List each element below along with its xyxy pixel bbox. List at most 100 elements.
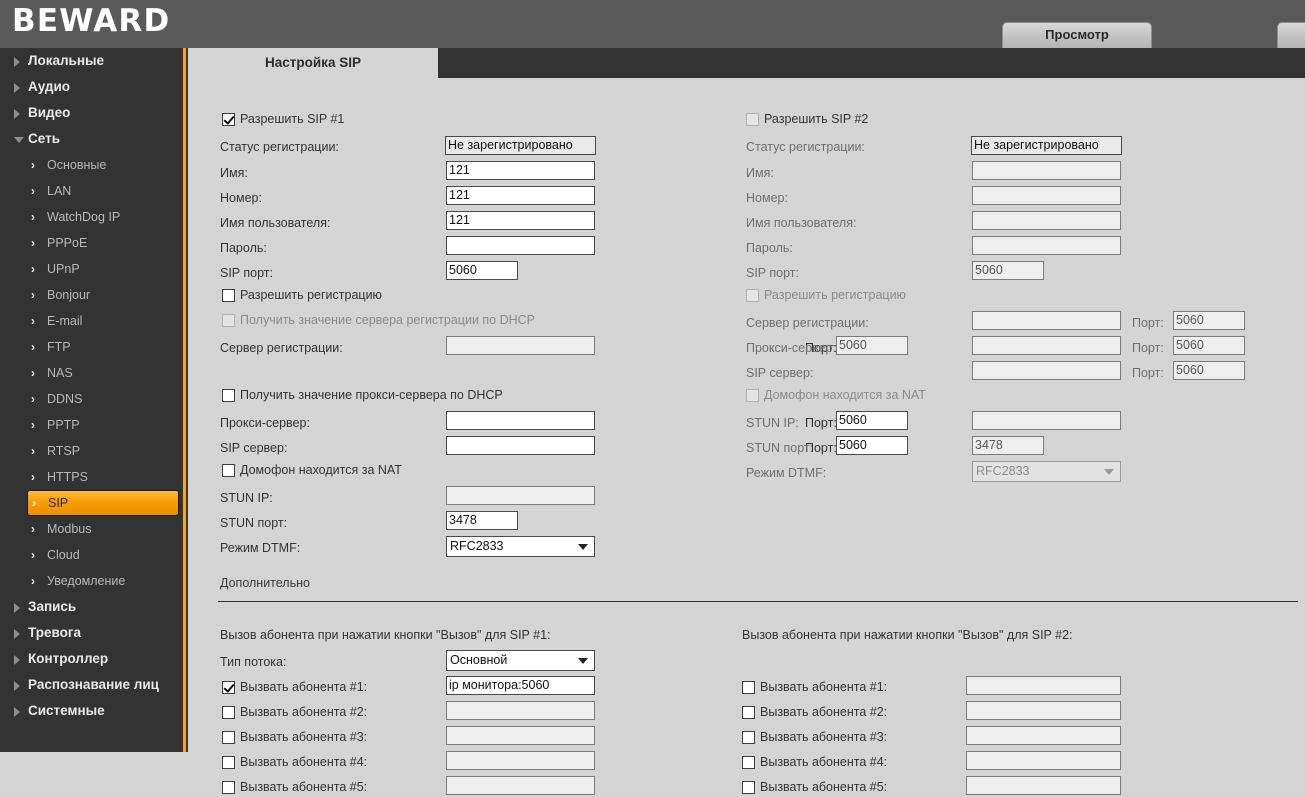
sip2-proxy-input[interactable] [972, 336, 1121, 355]
sip2-password-input[interactable] [972, 236, 1121, 255]
sip2-call-2-checkbox[interactable]: Вызвать абонента #2: [742, 704, 887, 720]
sidebar-item-https[interactable]: › HTTPS [27, 464, 179, 490]
sip1-allow-registration-checkbox[interactable]: Разрешить регистрацию [222, 287, 382, 303]
sip2-call-4-checkbox[interactable]: Вызвать абонента #4: [742, 754, 887, 770]
sip1-dtmf-select[interactable]: RFC2833 [446, 536, 595, 557]
sidebar-group-6[interactable]: Контроллер [0, 646, 183, 672]
sidebar-group-4[interactable]: Запись [0, 594, 183, 620]
sip2-call-4-input[interactable] [966, 751, 1121, 770]
sip1-enable-checkbox[interactable]: Разрешить SIP #1 [222, 111, 344, 127]
sidebar-item-nas[interactable]: › NAS [27, 360, 179, 386]
sip2-call-5-checkbox[interactable]: Вызвать абонента #5: [742, 779, 887, 795]
sip1-username-input[interactable]: 121 [446, 211, 595, 230]
checkbox-box [222, 464, 235, 477]
sip1-password-label: Пароль: [220, 241, 267, 255]
sip2-call-5-input[interactable] [966, 776, 1121, 795]
sidebar-group-7[interactable]: Распознавание лиц [0, 672, 183, 698]
chevron-right-icon: › [31, 236, 35, 250]
sidebar-group-label: Распознавание лиц [28, 677, 159, 692]
sidebar-item-label: PPPoE [47, 236, 88, 250]
sip1-call-2-checkbox[interactable]: Вызвать абонента #2: [222, 704, 367, 720]
sidebar-item-lan[interactable]: › LAN [27, 178, 179, 204]
sidebar-item-ftp[interactable]: › FTP [27, 334, 179, 360]
sip1-number-input[interactable]: 121 [446, 186, 595, 205]
sidebar-item-watchdog-ip[interactable]: › WatchDog IP [27, 204, 179, 230]
top-tab-secondary[interactable]: Б [1277, 22, 1305, 48]
sip2-call-1-checkbox[interactable]: Вызвать абонента #1: [742, 679, 887, 695]
sip2-call-3-checkbox[interactable]: Вызвать абонента #3: [742, 729, 887, 745]
sip1-sipserver-port-input[interactable]: 5060 [836, 436, 908, 455]
sip2-enable-checkbox[interactable]: Разрешить SIP #2 [746, 111, 868, 127]
sidebar-item-pppoe[interactable]: › PPPoE [27, 230, 179, 256]
sip1-proxy-input[interactable] [446, 411, 595, 430]
sip1-call-5-checkbox[interactable]: Вызвать абонента #5: [222, 779, 367, 795]
chevron-right-icon: › [31, 314, 35, 328]
sip2-stun-ip-input[interactable] [972, 411, 1121, 430]
sidebar-item-label: FTP [47, 340, 71, 354]
sidebar-group-1[interactable]: Аудио [0, 74, 183, 100]
sidebar-item-bonjour[interactable]: › Bonjour [27, 282, 179, 308]
sidebar-item-cloud[interactable]: › Cloud [27, 542, 179, 568]
sidebar-group-0[interactable]: Локальные [0, 48, 183, 74]
sip1-sipserver-input[interactable] [446, 436, 595, 455]
sip1-reg-port-input[interactable]: 5060 [836, 336, 908, 355]
tab-sip-settings[interactable]: Настройка SIP [188, 48, 438, 78]
sip1-proxy-dhcp-checkbox[interactable]: Получить значение прокси-сервера по DHCP [222, 387, 503, 403]
sip1-call-3-checkbox[interactable]: Вызвать абонента #3: [222, 729, 367, 745]
sip1-call-2-input[interactable] [446, 701, 595, 720]
sidebar-item-rtsp[interactable]: › RTSP [27, 438, 179, 464]
sip1-proxy-port-input[interactable]: 5060 [836, 411, 908, 430]
sip1-call-4-input[interactable] [446, 751, 595, 770]
sip1-call-3-input[interactable] [446, 726, 595, 745]
sip1-call-1-input[interactable]: ip монитора:5060 [446, 676, 595, 695]
checkbox-box [742, 781, 755, 794]
sip2-dtmf-select[interactable]: RFC2833 [972, 461, 1121, 482]
sidebar-item-upnp[interactable]: › UPnP [27, 256, 179, 282]
sip2-stun-ip-label: STUN IP: [746, 416, 799, 430]
sip2-sipserver-port-input[interactable]: 5060 [1173, 361, 1245, 380]
sip1-port-input[interactable]: 5060 [446, 261, 518, 280]
sip1-call-1-checkbox[interactable]: Вызвать абонента #1: [222, 679, 367, 695]
caret-right-icon [14, 603, 20, 613]
sip2-port-label: SIP порт: [746, 266, 799, 280]
sip2-reg-port-input[interactable]: 5060 [1173, 311, 1245, 330]
sip1-stun-port-input[interactable]: 3478 [446, 511, 518, 530]
sip1-reg-server-input[interactable] [446, 336, 595, 355]
sip1-stun-ip-input[interactable] [446, 486, 595, 505]
sip2-proxy-port-input[interactable]: 5060 [1173, 336, 1245, 355]
chevron-right-icon: › [31, 340, 35, 354]
sip2-name-input[interactable] [972, 161, 1121, 180]
sidebar-group-5[interactable]: Тревога [0, 620, 183, 646]
sidebar-item-sip[interactable]: › SIP [27, 490, 179, 516]
sidebar-item-ddns[interactable]: › DDNS [27, 386, 179, 412]
sidebar-item-e-mail[interactable]: › E-mail [27, 308, 179, 334]
sip1-nat-checkbox[interactable]: Домофон находится за NAT [222, 462, 402, 478]
sip2-number-input[interactable] [972, 186, 1121, 205]
sip2-call-4-label: Вызвать абонента #4: [760, 755, 888, 769]
sip2-sipserver-input[interactable] [972, 361, 1121, 380]
sip2-reg-server-input[interactable] [972, 311, 1121, 330]
sip2-username-input[interactable] [972, 211, 1121, 230]
sip2-stun-port-input[interactable]: 3478 [972, 436, 1044, 455]
sidebar-group-2[interactable]: Видео [0, 100, 183, 126]
sip2-port-input[interactable]: 5060 [972, 261, 1044, 280]
stream-type-select[interactable]: Основной [446, 650, 595, 671]
sidebar-item-pptp[interactable]: › PPTP [27, 412, 179, 438]
sip1-name-input[interactable]: 121 [446, 161, 595, 180]
sip2-call-3-input[interactable] [966, 726, 1121, 745]
sidebar-item-уведомление[interactable]: › Уведомление [27, 568, 179, 594]
sidebar-item-modbus[interactable]: › Modbus [27, 516, 179, 542]
sidebar-group-8[interactable]: Системные [0, 698, 183, 724]
top-tab-preview[interactable]: Просмотр [1002, 22, 1152, 48]
sidebar-item-основные[interactable]: › Основные [27, 152, 179, 178]
sip1-call-5-input[interactable] [446, 776, 595, 795]
sip1-enable-label: Разрешить SIP #1 [240, 112, 345, 126]
sidebar-group-3[interactable]: Сеть [0, 126, 183, 152]
sip1-password-input[interactable] [446, 236, 595, 255]
chevron-right-icon: › [31, 184, 35, 198]
sip1-reg-server-label: Сервер регистрации: [220, 341, 343, 355]
chevron-right-icon: › [31, 392, 35, 406]
sip2-call-1-input[interactable] [966, 676, 1121, 695]
sip1-call-4-checkbox[interactable]: Вызвать абонента #4: [222, 754, 367, 770]
sip2-call-2-input[interactable] [966, 701, 1121, 720]
